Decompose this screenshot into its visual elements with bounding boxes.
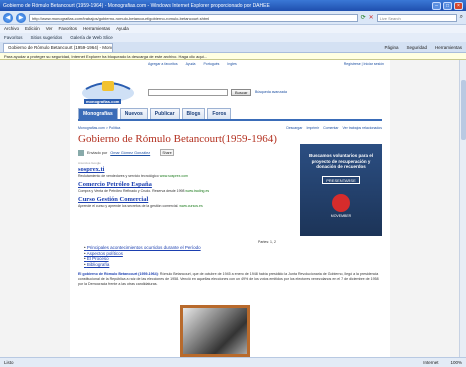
- zoom-level[interactable]: 100%: [450, 360, 462, 365]
- breadcrumb[interactable]: Monografias.com > Política: [78, 126, 120, 130]
- english-link[interactable]: Ingles: [227, 62, 236, 66]
- ad-url[interactable]: www.cursos.es: [179, 204, 202, 208]
- menu-bar: Archivo Edición Ver Favoritos Herramient…: [0, 25, 466, 33]
- ad-title[interactable]: Comercio Petróleo España: [78, 181, 152, 188]
- author-line: Enviado por Omar Gómez González: [78, 150, 150, 156]
- page-title: Gobierno de Rómulo Betancourt(1959-1964): [78, 133, 277, 145]
- top-links: Agregar a favoritos Ayuda Portugués Ingl…: [148, 62, 237, 66]
- forward-icon[interactable]: ▶: [16, 12, 26, 23]
- security-menu[interactable]: Seguridad: [406, 45, 427, 50]
- register-links[interactable]: Regístrese | Iniciar sesión: [344, 62, 384, 66]
- ad-title[interactable]: sosprex.ti: [78, 166, 104, 173]
- article-body: El gobierno de Rómulo Betancourt (1959-1…: [78, 272, 382, 287]
- ad-desc-text: Aprende el curso y aprende los secretos …: [78, 204, 179, 208]
- site-search-input[interactable]: [148, 89, 228, 96]
- tab-monografias[interactable]: Monografías: [78, 108, 118, 119]
- menu-archivo[interactable]: Archivo: [4, 25, 19, 33]
- menu-favoritos[interactable]: Favoritos: [59, 25, 78, 33]
- help-link[interactable]: Ayuda: [186, 62, 196, 66]
- ad-description: Compra y Venta de Petróleo Refinado y Cr…: [78, 189, 209, 193]
- banner-button[interactable]: PRESENTARSE: [322, 175, 360, 184]
- article-lead: El gobierno de Rómulo Betancourt (1959-1…: [78, 272, 158, 276]
- address-bar: ◀ ▶ http://www.monografias.com/trabajos/…: [0, 11, 466, 25]
- tab-blogs[interactable]: Blogs: [181, 108, 206, 119]
- browser-tab[interactable]: Gobierno de Rómulo Betancourt (1959-1964…: [3, 42, 113, 52]
- window-titlebar: Gobierno de Rómulo Betancourt (1959-1964…: [0, 0, 466, 11]
- author-link[interactable]: Omar Gómez González: [110, 151, 150, 155]
- menu-ver[interactable]: Ver: [46, 25, 53, 33]
- search-button[interactable]: Buscar: [231, 89, 252, 96]
- add-favorites-link[interactable]: Agregar a favoritos: [148, 62, 178, 66]
- ads-label: Anuncios Google: [78, 161, 101, 165]
- stop-icon[interactable]: ✕: [369, 14, 374, 21]
- ad-description: Aprende el curso y aprende los secretos …: [78, 204, 203, 208]
- status-right: Internet 100%: [423, 360, 462, 365]
- advanced-search-link[interactable]: Búsqueda avanzada: [255, 90, 287, 94]
- share-button[interactable]: Share: [160, 149, 174, 156]
- ad-description: Reclutamiento de vendedores y servicio t…: [78, 174, 188, 178]
- page-menu[interactable]: Página: [384, 45, 398, 50]
- menu-edicion[interactable]: Edición: [25, 25, 40, 33]
- scrollbar-thumb[interactable]: [461, 80, 466, 140]
- back-icon[interactable]: ◀: [3, 12, 13, 23]
- favorites-button[interactable]: Favoritos: [4, 33, 23, 42]
- favorites-bar: Favoritos Sitios sugeridos Galería de We…: [0, 33, 466, 42]
- url-field[interactable]: http://www.monografias.com/trabajos/gobi…: [29, 13, 358, 22]
- banner-headline: Buscamos voluntarios para el proyecto de…: [308, 153, 374, 169]
- site-logo-text: monografias.com: [84, 99, 122, 104]
- web-slice-gallery-link[interactable]: Galería de Web Slice: [70, 33, 112, 42]
- status-bar: Listo Internet 100%: [0, 357, 466, 367]
- promo-banner[interactable]: Buscamos voluntarios para el proyecto de…: [300, 144, 382, 236]
- banner-brand: MOVEMBER: [330, 213, 352, 218]
- tab-foros[interactable]: Foros: [207, 108, 232, 119]
- browser-search-input[interactable]: Live Search: [376, 13, 457, 22]
- window-controls: – □ ×: [432, 1, 466, 10]
- page-viewport: Agregar a favoritos Ayuda Portugués Ingl…: [0, 60, 459, 357]
- tab-nuevos[interactable]: Nuevos: [119, 108, 148, 119]
- comment-link[interactable]: Comentar: [323, 126, 338, 130]
- banner-logo-icon: [332, 193, 350, 212]
- toc-item[interactable]: Principales acontecimientos ocurridos du…: [84, 245, 201, 251]
- download-link[interactable]: Descargar: [286, 126, 302, 130]
- pagination[interactable]: Partes: 1, 2: [258, 240, 276, 244]
- refresh-icon[interactable]: ⟳: [361, 14, 366, 21]
- portuguese-link[interactable]: Portugués: [203, 62, 219, 66]
- tab-publicar[interactable]: Publicar: [149, 108, 180, 119]
- ad-desc-text: Compra y Venta de Petróleo Refinado y Cr…: [78, 189, 185, 193]
- article-actions: Descargar Imprimir Comentar Ver trabajos…: [286, 126, 382, 130]
- photo-image: [183, 308, 247, 354]
- ad-desc-text: Reclutamiento de vendedores y servicio t…: [78, 174, 159, 178]
- status-text: Listo: [4, 360, 14, 365]
- site-nav-tabs: Monografías Nuevos Publicar Blogs Foros: [78, 108, 382, 121]
- search-icon[interactable]: ⌕: [460, 14, 463, 21]
- vertical-scrollbar[interactable]: [459, 60, 466, 357]
- ad-url[interactable]: www.trading.es: [185, 189, 209, 193]
- window-title: Gobierno de Rómulo Betancourt (1959-1964…: [3, 2, 270, 9]
- print-link[interactable]: Imprimir: [306, 126, 319, 130]
- menu-herramientas[interactable]: Herramientas: [83, 25, 110, 33]
- minimize-button[interactable]: –: [432, 1, 441, 10]
- table-of-contents: Principales acontecimientos ocurridos du…: [84, 245, 201, 267]
- menu-ayuda[interactable]: Ayuda: [116, 25, 129, 33]
- avatar: [78, 150, 84, 156]
- tools-menu[interactable]: Herramientas: [435, 45, 462, 50]
- related-works-link[interactable]: Ver trabajos relacionados: [343, 126, 383, 130]
- web-page: Agregar a favoritos Ayuda Portugués Ingl…: [70, 60, 390, 357]
- suggested-sites-link[interactable]: Sitios sugeridos: [31, 33, 63, 42]
- toc-item[interactable]: Bibliografía: [84, 262, 201, 268]
- ad-url[interactable]: www.sosprex.com: [160, 174, 188, 178]
- author-prefix: Enviado por: [87, 151, 108, 155]
- information-bar[interactable]: Para ayudar a proteger su seguridad, Int…: [0, 53, 466, 60]
- close-button[interactable]: ×: [454, 1, 463, 10]
- command-bar: Página Seguridad Herramientas: [384, 45, 466, 50]
- maximize-button[interactable]: □: [443, 1, 452, 10]
- tab-bar: Gobierno de Rómulo Betancourt (1959-1964…: [0, 42, 466, 53]
- zone-indicator: Internet: [423, 360, 439, 365]
- article-photo: [180, 305, 250, 357]
- ad-title[interactable]: Curso Gestión Comercial: [78, 196, 148, 203]
